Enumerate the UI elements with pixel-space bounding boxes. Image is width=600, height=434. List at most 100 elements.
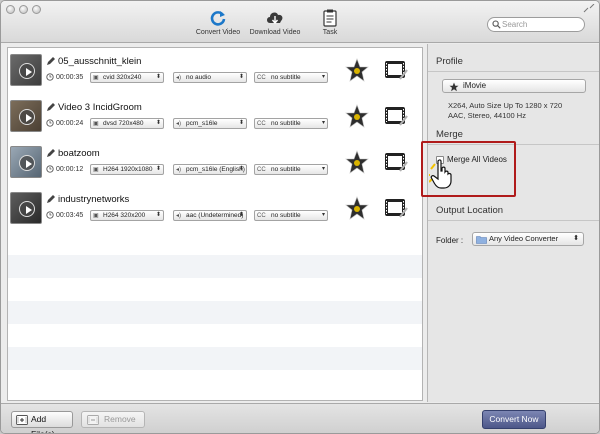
- imovie-star-icon[interactable]: [345, 104, 369, 128]
- list-stripe: [8, 255, 422, 278]
- subtitle-select[interactable]: CC no subtitle ▾: [254, 72, 328, 83]
- chevron-updown-icon: ⬍: [238, 74, 244, 80]
- remove-button[interactable]: Remove: [81, 411, 145, 428]
- play-icon[interactable]: [19, 155, 35, 171]
- remove-label: Remove: [104, 414, 136, 424]
- video-edit-icon[interactable]: [384, 58, 408, 82]
- audio-codec-select[interactable]: ◂) pcm_s16le (English) ⬍: [173, 164, 247, 175]
- pencil-icon[interactable]: [46, 56, 56, 66]
- video-edit-icon[interactable]: [384, 104, 408, 128]
- audio-codec-value: no audio: [186, 74, 211, 81]
- chevron-down-icon: ▾: [321, 166, 325, 172]
- clock-icon: [46, 211, 54, 219]
- profile-select[interactable]: iMovie: [442, 79, 586, 93]
- video-row[interactable]: industrynetworks 00:03:45 ▣ H264 320x200 ⬍…: [8, 186, 422, 232]
- chevron-updown-icon: ⬍: [155, 120, 161, 126]
- subtitle-select[interactable]: CC no subtitle ▾: [254, 210, 328, 221]
- video-thumbnail[interactable]: [10, 146, 42, 178]
- folder-label: Folder :: [436, 236, 464, 245]
- imovie-star-icon[interactable]: [345, 58, 369, 82]
- video-row[interactable]: 05_ausschnitt_klein 00:00:35 ▣ cvid 320x2…: [8, 48, 422, 94]
- chevron-updown-icon: ⬍: [573, 235, 579, 242]
- task-label: Task: [322, 29, 338, 36]
- folder-value: Any Video Converter: [489, 234, 559, 243]
- convert-video-button[interactable]: Convert Video: [193, 9, 243, 36]
- video-codec-value: dvsd 720x480: [103, 120, 144, 127]
- list-stripe: [8, 370, 422, 393]
- output-location-title: Output Location: [436, 205, 504, 216]
- speaker-icon: ◂): [176, 75, 182, 81]
- window-close-button[interactable]: [6, 5, 15, 14]
- video-thumbnail[interactable]: [10, 54, 42, 86]
- play-icon[interactable]: [19, 201, 35, 217]
- audio-codec-select[interactable]: ◂) aac (Undetermined) ⬍: [173, 210, 247, 221]
- convert-now-button[interactable]: Convert Now: [482, 410, 546, 429]
- list-stripe: [8, 324, 422, 347]
- video-row[interactable]: boatzoom 00:00:12 ▣ H264 1920x1080 ⬍ ◂) pcm…: [8, 140, 422, 186]
- task-button[interactable]: Task: [315, 9, 345, 36]
- imovie-star-icon[interactable]: [345, 150, 369, 174]
- video-title: boatzoom: [58, 148, 100, 159]
- cc-icon: CC: [257, 75, 266, 81]
- pencil-icon[interactable]: [46, 194, 56, 204]
- subtitle-select[interactable]: CC no subtitle ▾: [254, 164, 328, 175]
- audio-codec-value: aac (Undetermined): [186, 212, 244, 219]
- add-files-button[interactable]: Add File(s): [11, 411, 73, 433]
- audio-codec-select[interactable]: ◂) pcm_s16le ⬍: [173, 118, 247, 129]
- folder-select[interactable]: Any Video Converter ⬍: [472, 232, 584, 246]
- audio-codec-value: pcm_s16le: [186, 120, 218, 127]
- video-duration: 00:03:45: [56, 212, 84, 219]
- imovie-star-icon[interactable]: [345, 196, 369, 220]
- download-video-button[interactable]: Download Video: [246, 9, 304, 36]
- hand-cursor-icon: [429, 159, 452, 189]
- profile-desc-video: X264, Auto Size Up To 1280 x 720: [448, 101, 563, 110]
- video-codec-select[interactable]: ▣ cvid 320x240 ⬍: [90, 72, 164, 83]
- video-thumbnail[interactable]: [10, 192, 42, 224]
- subtitle-value: no subtitle: [271, 74, 301, 81]
- video-edit-icon[interactable]: [384, 150, 408, 174]
- add-files-label: Add File(s): [31, 414, 55, 434]
- pencil-icon[interactable]: [46, 102, 56, 112]
- video-list[interactable]: 05_ausschnitt_klein 00:00:35 ▣ cvid 320x2…: [7, 47, 423, 401]
- subtitle-value: no subtitle: [271, 120, 301, 127]
- subtitle-select[interactable]: CC no subtitle ▾: [254, 118, 328, 129]
- clock-icon: [46, 165, 54, 173]
- cc-icon: CC: [257, 213, 266, 219]
- play-icon[interactable]: [19, 63, 35, 79]
- video-codec-select[interactable]: ▣ H264 1920x1080 ⬍: [90, 164, 164, 175]
- profile-description: X264, Auto Size Up To 1280 x 720 AAC, St…: [448, 101, 562, 121]
- video-row[interactable]: Video 3 IncidGroom 00:00:24 ▣ dvsd 720x48…: [8, 94, 422, 140]
- window-minimize-button[interactable]: [19, 5, 28, 14]
- search-placeholder: Search: [502, 20, 528, 29]
- speaker-icon: ◂): [176, 121, 182, 127]
- search-input[interactable]: Search: [487, 17, 585, 32]
- audio-codec-select[interactable]: ◂) no audio ⬍: [173, 72, 247, 83]
- app-window: Convert Video Download Video Task Search: [0, 0, 600, 434]
- video-codec-select[interactable]: ▣ dvsd 720x480 ⬍: [90, 118, 164, 129]
- film-strip-icon: ▣: [93, 75, 99, 81]
- video-title: Video 3 IncidGroom: [58, 102, 142, 113]
- pencil-icon[interactable]: [46, 148, 56, 158]
- chevron-down-icon: ▾: [321, 120, 325, 126]
- list-stripe: [8, 232, 422, 255]
- video-thumbnail[interactable]: [10, 100, 42, 132]
- profile-value: iMovie: [463, 81, 487, 90]
- play-icon[interactable]: [19, 109, 35, 125]
- folder-icon: [476, 236, 487, 244]
- divider: [428, 220, 599, 221]
- video-edit-icon[interactable]: [384, 196, 408, 220]
- video-title: 05_ausschnitt_klein: [58, 56, 142, 67]
- cc-icon: CC: [257, 167, 266, 173]
- fullscreen-icon[interactable]: [583, 4, 595, 13]
- chevron-down-icon: ▾: [321, 212, 325, 218]
- video-codec-value: H264 320x200: [103, 212, 146, 219]
- merge-title: Merge: [436, 129, 463, 140]
- speaker-icon: ◂): [176, 213, 182, 219]
- remove-file-icon: [87, 415, 99, 425]
- bottom-bar: Add File(s) Remove Convert Now: [1, 403, 599, 433]
- search-icon: [492, 20, 501, 29]
- video-codec-select[interactable]: ▣ H264 320x200 ⬍: [90, 210, 164, 221]
- window-zoom-button[interactable]: [32, 5, 41, 14]
- chevron-updown-icon: ⬍: [155, 74, 161, 80]
- chevron-updown-icon: ⬍: [155, 212, 161, 218]
